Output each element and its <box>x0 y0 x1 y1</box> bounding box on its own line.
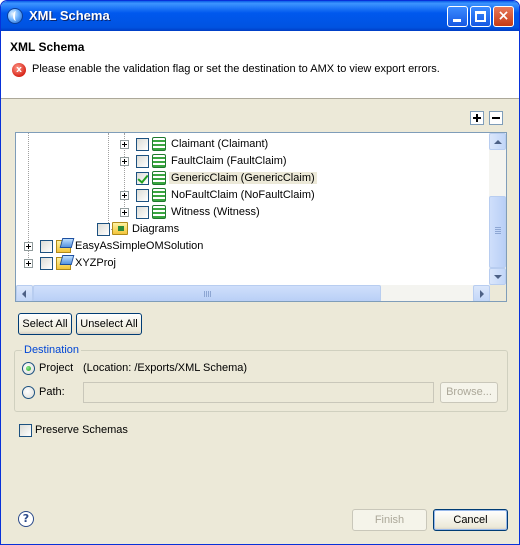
preserve-schemas-checkbox[interactable] <box>19 424 32 437</box>
tree-item-label: GenericClaim (GenericClaim) <box>169 172 317 184</box>
expand-toggle[interactable] <box>24 259 33 268</box>
expand-all-button[interactable] <box>470 111 484 125</box>
maximize-icon <box>475 11 486 22</box>
horizontal-scrollbar[interactable] <box>16 285 490 301</box>
tree-checkbox[interactable] <box>136 206 149 219</box>
tree-checkbox[interactable] <box>136 138 149 151</box>
horizontal-scroll-thumb[interactable] <box>33 285 381 301</box>
tree-guide <box>108 133 109 229</box>
project-icon <box>56 238 72 253</box>
expand-toggle[interactable] <box>120 208 129 217</box>
tree-checkbox[interactable] <box>40 257 53 270</box>
collapse-all-button[interactable] <box>489 111 503 125</box>
close-button[interactable]: × <box>493 6 514 27</box>
expand-toggle[interactable] <box>120 157 129 166</box>
path-radio[interactable] <box>22 386 35 399</box>
title-bar[interactable]: XML Schema × <box>1 1 519 31</box>
header-banner: XML Schema x Please enable the validatio… <box>1 31 519 99</box>
browse-button[interactable]: Browse... <box>440 382 498 403</box>
xml-schema-dialog: XML Schema × XML Schema x Please enable … <box>0 0 520 545</box>
tree-checkbox[interactable] <box>40 240 53 253</box>
tree-item-label: FaultClaim (FaultClaim) <box>171 155 287 167</box>
tree-checkbox[interactable] <box>136 189 149 202</box>
error-icon: x <box>12 63 26 77</box>
tree-item-label: Witness (Witness) <box>171 206 260 218</box>
minimize-button[interactable] <box>447 6 468 27</box>
scroll-up-button[interactable] <box>489 133 506 150</box>
tree-item-label: XYZProj <box>75 257 116 269</box>
vertical-scroll-thumb[interactable] <box>489 196 506 268</box>
path-input[interactable] <box>83 382 434 403</box>
class-icon <box>152 137 166 151</box>
help-icon[interactable]: ? <box>18 511 34 527</box>
class-icon <box>152 188 166 202</box>
scroll-left-button[interactable] <box>16 285 33 301</box>
tree-checkbox[interactable] <box>136 172 149 185</box>
tree-item-label: NoFaultClaim (NoFaultClaim) <box>171 189 315 201</box>
expand-toggle[interactable] <box>120 140 129 149</box>
tree-item-label: Claimant (Claimant) <box>171 138 269 150</box>
folder-icon <box>112 222 128 235</box>
maximize-button[interactable] <box>470 6 491 27</box>
grip-icon <box>204 291 211 297</box>
close-icon: × <box>497 8 510 24</box>
unselect-all-button[interactable]: Unselect All <box>76 313 142 335</box>
minimize-icon <box>453 19 461 22</box>
path-radio-label[interactable]: Path: <box>39 386 65 398</box>
tree-item-label: EasyAsSimpleOMSolution <box>75 240 204 252</box>
scroll-down-button[interactable] <box>489 268 506 285</box>
class-icon <box>152 154 166 168</box>
scroll-right-button[interactable] <box>473 285 490 301</box>
app-icon <box>7 8 23 24</box>
project-icon <box>56 255 72 270</box>
expand-toggle[interactable] <box>120 191 129 200</box>
window-title: XML Schema <box>29 8 110 23</box>
class-icon <box>152 205 166 219</box>
grip-icon <box>495 227 501 234</box>
scrollbar-corner <box>490 285 506 301</box>
tree-item-label: Diagrams <box>132 223 180 235</box>
select-all-button[interactable]: Select All <box>18 313 72 335</box>
class-icon <box>152 171 166 185</box>
arrow-down-icon <box>494 275 502 279</box>
project-radio-label[interactable]: Project <box>39 362 73 374</box>
page-title: XML Schema <box>10 40 85 54</box>
preserve-schemas-label[interactable]: Preserve Schemas <box>35 424 128 436</box>
tree-checkbox[interactable] <box>136 155 149 168</box>
schema-tree[interactable]: Claimant (Claimant) FaultClaim (FaultCla… <box>15 132 507 302</box>
finish-button[interactable]: Finish <box>352 509 427 531</box>
arrow-left-icon <box>22 290 26 298</box>
destination-legend: Destination <box>22 344 82 356</box>
expand-toggle[interactable] <box>24 242 33 251</box>
tree-checkbox[interactable] <box>97 223 110 236</box>
error-message: Please enable the validation flag or set… <box>32 63 440 75</box>
project-radio[interactable] <box>22 362 35 375</box>
cancel-button[interactable]: Cancel <box>433 509 508 531</box>
arrow-right-icon <box>480 290 484 298</box>
project-location: (Location: /Exports/XML Schema) <box>83 362 248 374</box>
vertical-scrollbar[interactable] <box>489 133 506 285</box>
arrow-up-icon <box>494 140 502 144</box>
